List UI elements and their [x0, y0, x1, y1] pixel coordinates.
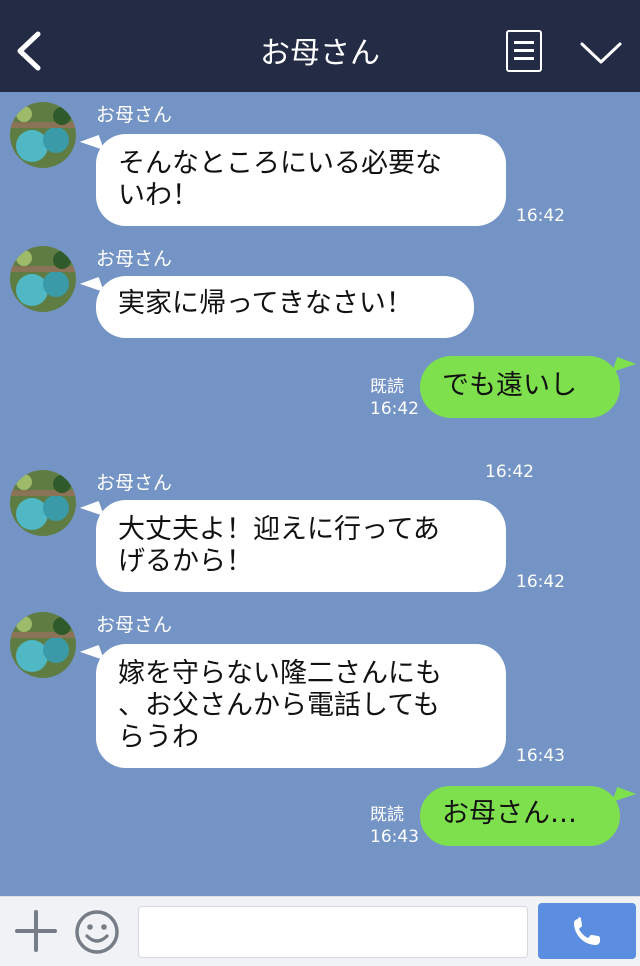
message-time: 16:42: [516, 206, 565, 226]
message-line: げるから！: [118, 546, 253, 577]
message-input[interactable]: [138, 906, 528, 958]
outgoing-message: 既読 16:42 でも遠いし: [0, 356, 640, 426]
incoming-message: お母さん 嫁を守らない隆二さんにも 、お父さんから電話しても らうわ 16:43: [0, 612, 640, 772]
message-line: 、お父さんから電話しても: [118, 690, 440, 721]
avatar-image: [10, 246, 76, 312]
incoming-message: お母さん 大丈夫よ！迎えに行ってあ げるから！ 16:42: [0, 470, 640, 600]
collapse-chevron-icon[interactable]: [578, 36, 624, 68]
message-text: でも遠いし: [442, 370, 577, 401]
message-time: 16:43: [516, 746, 565, 766]
sender-name: お母さん: [96, 104, 173, 126]
message-line: そんなところにいる必要な: [118, 148, 442, 179]
message-time: 16:42: [516, 572, 565, 592]
message-time: 16:43: [370, 827, 419, 847]
chat-area[interactable]: お母さん そんなところにいる必要な いわ！ 16:42 お母さん 実家に帰ってき…: [0, 92, 640, 896]
message-line: らうわ: [118, 722, 199, 753]
outgoing-message: 既読 16:43 お母さん…: [0, 786, 640, 856]
incoming-message: お母さん 実家に帰ってきなさい！ 16:42: [0, 246, 640, 482]
avatar-image: [10, 470, 76, 536]
message-line: 嫁を守らない隆二さんにも: [118, 658, 442, 689]
message-text: お母さん…: [442, 798, 577, 829]
chat-header: お母さん: [0, 0, 640, 92]
message-bubble[interactable]: お母さん…: [420, 786, 620, 846]
message-line: 大丈夫よ！迎えに行ってあ: [118, 514, 440, 545]
message-bubble[interactable]: 実家に帰ってきなさい！: [96, 276, 474, 338]
avatar[interactable]: [10, 102, 76, 168]
read-receipt: 既読: [370, 377, 404, 397]
avatar-image: [10, 612, 76, 678]
avatar[interactable]: [10, 612, 76, 678]
phone-icon: [574, 917, 600, 945]
message-meta: 既読 16:43: [370, 804, 419, 848]
read-receipt: 既読: [370, 805, 404, 825]
message-line: いわ！: [118, 180, 199, 211]
emoji-icon[interactable]: [74, 909, 120, 955]
input-bar: [0, 896, 640, 966]
message-meta: 既読 16:42: [370, 376, 419, 420]
sender-name: お母さん: [96, 614, 173, 636]
plus-icon[interactable]: [14, 909, 58, 953]
avatar-image: [10, 102, 76, 168]
call-button[interactable]: [538, 903, 636, 959]
avatar[interactable]: [10, 470, 76, 536]
menu-icon[interactable]: [506, 30, 542, 72]
sender-name: お母さん: [96, 472, 173, 494]
message-bubble[interactable]: そんなところにいる必要な いわ！: [96, 134, 506, 226]
sender-name: お母さん: [96, 248, 173, 270]
avatar[interactable]: [10, 246, 76, 312]
message-bubble[interactable]: 嫁を守らない隆二さんにも 、お父さんから電話しても らうわ: [96, 644, 506, 768]
chat-title: お母さん: [260, 36, 380, 71]
message-line: 実家に帰ってきなさい！: [118, 288, 413, 319]
incoming-message: お母さん そんなところにいる必要な いわ！ 16:42: [0, 102, 640, 232]
message-time: 16:42: [370, 399, 419, 419]
message-bubble[interactable]: でも遠いし: [420, 356, 620, 418]
message-bubble[interactable]: 大丈夫よ！迎えに行ってあ げるから！: [96, 500, 506, 592]
